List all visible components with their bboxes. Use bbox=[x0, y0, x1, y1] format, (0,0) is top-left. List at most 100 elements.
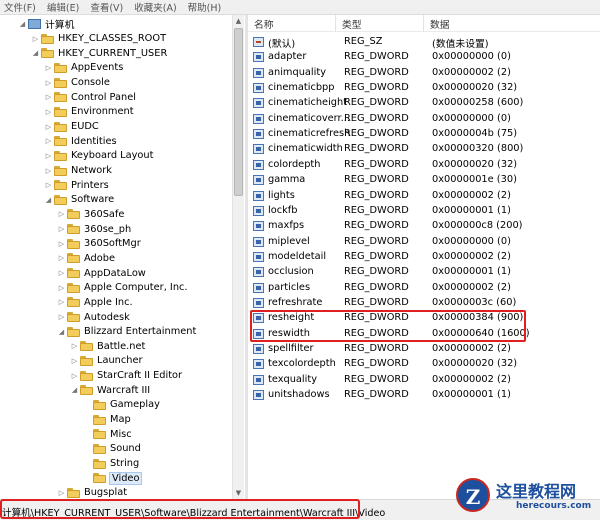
expand-triangle-icon[interactable]: ▷ bbox=[57, 284, 66, 292]
tree-node[interactable]: ▷ Launcher bbox=[70, 354, 143, 368]
value-row[interactable]: maxfps REG_DWORD 0x000000c8 (200) bbox=[248, 219, 600, 234]
value-row[interactable]: cinematicwidth REG_DWORD 0x00000320 (800) bbox=[248, 142, 600, 157]
menu-item[interactable]: 文件(F) bbox=[0, 0, 43, 14]
menu-item[interactable]: 编辑(E) bbox=[43, 0, 86, 14]
menu-item[interactable]: 帮助(H) bbox=[184, 0, 229, 14]
value-row[interactable]: animquality REG_DWORD 0x00000002 (2) bbox=[248, 66, 600, 81]
tree-node[interactable]: ▷ 360se_ph bbox=[57, 222, 131, 236]
tree-node[interactable]: Misc bbox=[83, 427, 132, 441]
column-header-type[interactable]: 类型 bbox=[336, 15, 424, 32]
tree-node[interactable]: Video bbox=[83, 471, 143, 485]
expand-triangle-icon[interactable]: ▷ bbox=[44, 137, 53, 145]
values-list[interactable]: 名称 类型 数据 (默认) REG_SZ (数值未设置) adapter REG_DWO… bbox=[248, 15, 600, 499]
tree-node[interactable]: ▷ Adobe bbox=[57, 251, 115, 265]
expand-triangle-icon[interactable]: ▷ bbox=[57, 210, 66, 218]
tree-node[interactable]: String bbox=[83, 457, 139, 471]
value-row[interactable]: unitshadows REG_DWORD 0x00000001 (1) bbox=[248, 388, 600, 403]
value-row[interactable]: lockfb REG_DWORD 0x00000001 (1) bbox=[248, 204, 600, 219]
expand-triangle-icon[interactable]: ▷ bbox=[57, 298, 66, 306]
tree-node[interactable]: ▷ AppDataLow bbox=[57, 266, 146, 280]
expand-triangle-icon[interactable]: ▷ bbox=[44, 93, 53, 101]
tree-node[interactable]: ▷ Autodesk bbox=[57, 310, 130, 324]
value-row[interactable]: gamma REG_DWORD 0x0000001e (30) bbox=[248, 173, 600, 188]
value-row[interactable]: cinematicbpp REG_DWORD 0x00000020 (32) bbox=[248, 81, 600, 96]
tree-node[interactable]: ▷ 360SoftMgr bbox=[57, 237, 141, 251]
tree-node[interactable]: ▷ HKEY_CLASSES_ROOT bbox=[31, 32, 166, 46]
value-row[interactable]: texquality REG_DWORD 0x00000002 (2) bbox=[248, 373, 600, 388]
expand-triangle-icon[interactable]: ▷ bbox=[31, 35, 40, 43]
expand-triangle-icon[interactable]: ▷ bbox=[57, 225, 66, 233]
value-row[interactable]: modeldetail REG_DWORD 0x00000002 (2) bbox=[248, 250, 600, 265]
expand-triangle-icon[interactable]: ▷ bbox=[44, 152, 53, 160]
tree-node[interactable]: ▷ Printers bbox=[44, 178, 109, 192]
expand-triangle-icon[interactable]: ▷ bbox=[70, 372, 79, 380]
expand-triangle-icon[interactable]: ▷ bbox=[70, 342, 79, 350]
value-row[interactable]: particles REG_DWORD 0x00000002 (2) bbox=[248, 281, 600, 296]
value-row[interactable]: adapter REG_DWORD 0x00000000 (0) bbox=[248, 50, 600, 65]
tree-node[interactable]: ◢ Blizzard Entertainment bbox=[57, 325, 197, 339]
tree-node-label: Video bbox=[108, 471, 143, 485]
collapse-triangle-icon[interactable]: ◢ bbox=[31, 49, 40, 57]
value-row[interactable]: refreshrate REG_DWORD 0x0000003c (60) bbox=[248, 296, 600, 311]
value-row[interactable]: texcolordepth REG_DWORD 0x00000020 (32) bbox=[248, 357, 600, 372]
value-row[interactable]: (默认) REG_SZ (数值未设置) bbox=[248, 35, 600, 50]
value-row[interactable]: cinematicheight REG_DWORD 0x00000258 (600) bbox=[248, 96, 600, 111]
tree-node[interactable]: ▷ Console bbox=[44, 76, 110, 90]
collapse-triangle-icon[interactable]: ◢ bbox=[18, 20, 27, 28]
expand-triangle-icon[interactable]: ▷ bbox=[57, 240, 66, 248]
tree-node[interactable]: ▷ 360Safe bbox=[57, 207, 125, 221]
value-row[interactable]: colordepth REG_DWORD 0x00000020 (32) bbox=[248, 158, 600, 173]
tree-node[interactable]: ▷ Apple Inc. bbox=[57, 295, 133, 309]
folder-icon bbox=[54, 136, 67, 147]
tree-scrollbar[interactable]: ▲ ▼ bbox=[232, 15, 244, 499]
tree-node-label: EUDC bbox=[71, 121, 99, 133]
tree-node[interactable]: ▷ StarCraft II Editor bbox=[70, 369, 182, 383]
tree-node[interactable]: ◢ Software bbox=[44, 193, 114, 207]
tree-node[interactable]: ▷ Battle.net bbox=[70, 339, 146, 353]
tree-node[interactable]: ▷ Apple Computer, Inc. bbox=[57, 281, 188, 295]
column-header-name[interactable]: 名称 bbox=[248, 15, 336, 32]
collapse-triangle-icon[interactable]: ◢ bbox=[57, 328, 66, 336]
expand-triangle-icon[interactable]: ▷ bbox=[57, 489, 66, 497]
menu-item[interactable]: 收藏夹(A) bbox=[130, 0, 183, 14]
scroll-thumb[interactable] bbox=[234, 28, 243, 196]
value-row[interactable]: lights REG_DWORD 0x00000002 (2) bbox=[248, 189, 600, 204]
expand-triangle-icon[interactable]: ▷ bbox=[44, 79, 53, 87]
tree-node[interactable]: ▷ Control Panel bbox=[44, 90, 136, 104]
scroll-up-icon[interactable]: ▲ bbox=[233, 15, 244, 27]
expand-triangle-icon[interactable]: ▷ bbox=[57, 313, 66, 321]
value-row[interactable]: miplevel REG_DWORD 0x00000000 (0) bbox=[248, 235, 600, 250]
tree-node[interactable]: ▷ Environment bbox=[44, 105, 134, 119]
menu-item[interactable]: 查看(V) bbox=[86, 0, 130, 14]
tree-node[interactable]: Map bbox=[83, 413, 131, 427]
tree-node[interactable]: Sound bbox=[83, 442, 141, 456]
column-header-data[interactable]: 数据 bbox=[424, 15, 600, 32]
value-row[interactable]: spellfilter REG_DWORD 0x00000002 (2) bbox=[248, 342, 600, 357]
expand-triangle-icon[interactable]: ▷ bbox=[44, 108, 53, 116]
scroll-down-icon[interactable]: ▼ bbox=[233, 487, 244, 499]
tree-node[interactable]: ◢ 计算机 bbox=[18, 17, 74, 31]
value-row[interactable]: occlusion REG_DWORD 0x00000001 (1) bbox=[248, 265, 600, 280]
tree-node[interactable]: ▷ Bugsplat bbox=[57, 486, 127, 499]
tree-node[interactable]: ▷ Identities bbox=[44, 134, 117, 148]
tree-node[interactable]: ◢ Warcraft III bbox=[70, 383, 150, 397]
tree-node[interactable]: ▷ Network bbox=[44, 164, 112, 178]
collapse-triangle-icon[interactable]: ◢ bbox=[70, 386, 79, 394]
expand-triangle-icon[interactable]: ▷ bbox=[44, 123, 53, 131]
value-data: 0x00000020 (32) bbox=[432, 82, 518, 94]
tree-node[interactable]: ▷ EUDC bbox=[44, 120, 99, 134]
expand-triangle-icon[interactable]: ▷ bbox=[44, 64, 53, 72]
expand-triangle-icon[interactable]: ▷ bbox=[44, 167, 53, 175]
expand-triangle-icon[interactable]: ▷ bbox=[57, 269, 66, 277]
tree-node[interactable]: Gameplay bbox=[83, 398, 160, 412]
collapse-triangle-icon[interactable]: ◢ bbox=[44, 196, 53, 204]
tree-node[interactable]: ▷ Keyboard Layout bbox=[44, 149, 154, 163]
tree-node[interactable]: ▷ AppEvents bbox=[44, 61, 124, 75]
expand-triangle-icon[interactable]: ▷ bbox=[70, 357, 79, 365]
expand-triangle-icon[interactable]: ▷ bbox=[44, 181, 53, 189]
tree-node[interactable]: ◢ HKEY_CURRENT_USER bbox=[31, 46, 167, 60]
value-row[interactable]: cinematicrefresh REG_DWORD 0x0000004b (75) bbox=[248, 127, 600, 142]
expand-triangle-icon[interactable]: ▷ bbox=[57, 254, 66, 262]
registry-tree[interactable]: ◢ 计算机 ▷ HKEY_CLASSES_ROOT ◢ HKEY_CURRENT_USER… bbox=[0, 15, 246, 499]
value-row[interactable]: cinematicoverr... REG_DWORD 0x00000000 (0) bbox=[248, 112, 600, 127]
